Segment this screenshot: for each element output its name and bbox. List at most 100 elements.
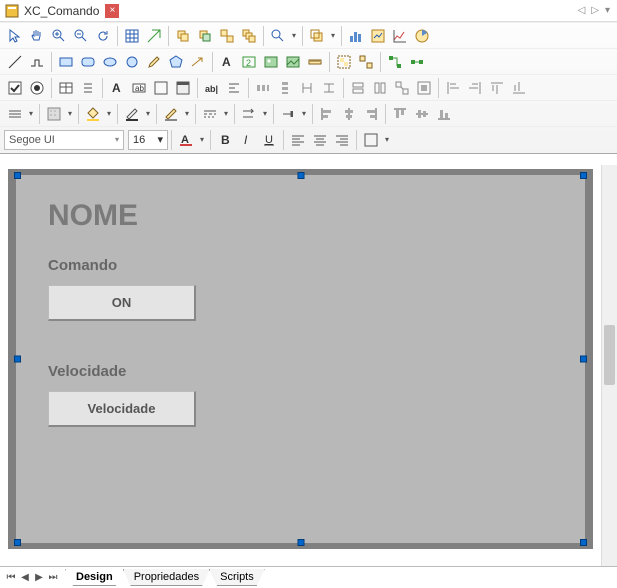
- refresh-button[interactable]: [92, 25, 114, 47]
- space-v-button[interactable]: [318, 77, 340, 99]
- zoom-tool-dropdown[interactable]: ▾: [289, 31, 299, 40]
- align-middle-obj-button[interactable]: [411, 103, 433, 125]
- zoom-in-button[interactable]: [48, 25, 70, 47]
- label-tool[interactable]: A: [106, 77, 128, 99]
- group-button[interactable]: [333, 51, 355, 73]
- align-button-4[interactable]: [508, 77, 530, 99]
- copy-button[interactable]: [172, 25, 194, 47]
- line-style-dropdown[interactable]: ▾: [26, 109, 36, 118]
- align-left-obj-button[interactable]: [316, 103, 338, 125]
- tab-first-button[interactable]: ⏮: [4, 572, 18, 583]
- align-center-text-button[interactable]: [309, 129, 331, 151]
- borders-button[interactable]: [360, 129, 382, 151]
- pointer-tool[interactable]: [4, 25, 26, 47]
- arrow-style-dropdown[interactable]: ▾: [260, 109, 270, 118]
- align-button-2[interactable]: [464, 77, 486, 99]
- list-tool[interactable]: [77, 77, 99, 99]
- snap-toggle-button[interactable]: [143, 25, 165, 47]
- fill-color-dropdown[interactable]: ▾: [104, 109, 114, 118]
- tab-prev-button[interactable]: ◀: [18, 572, 32, 583]
- text-tool[interactable]: A: [216, 51, 238, 73]
- tab-scripts[interactable]: Scripts: [209, 569, 265, 586]
- radio-tool[interactable]: [26, 77, 48, 99]
- chart-pie-button[interactable]: [411, 25, 433, 47]
- tab-last-button[interactable]: ⏭: [46, 572, 60, 583]
- dash-style-button[interactable]: [199, 103, 221, 125]
- distribute-h-button[interactable]: [252, 77, 274, 99]
- tab-propriedades[interactable]: Propriedades: [123, 569, 210, 586]
- tab-menu-button[interactable]: ▾: [605, 5, 610, 16]
- align-text-tool[interactable]: [223, 77, 245, 99]
- ellipse-tool[interactable]: [99, 51, 121, 73]
- borders-dropdown[interactable]: ▾: [382, 135, 392, 144]
- pattern-button[interactable]: [43, 103, 65, 125]
- connector-tool[interactable]: [384, 51, 406, 73]
- design-canvas-viewport[interactable]: NOME Comando ON Velocidade Velocidade: [0, 165, 601, 566]
- velocidade-label[interactable]: Velocidade: [48, 363, 126, 380]
- prev-tab-button[interactable]: ◁: [578, 5, 586, 16]
- ungroup-button[interactable]: [355, 51, 377, 73]
- order-dropdown[interactable]: ▾: [328, 31, 338, 40]
- grid-toggle-button[interactable]: [121, 25, 143, 47]
- tab-design[interactable]: Design: [65, 569, 124, 586]
- space-h-button[interactable]: [296, 77, 318, 99]
- pan-tool[interactable]: [26, 25, 48, 47]
- align-button-3[interactable]: [486, 77, 508, 99]
- back-color-button[interactable]: [160, 103, 182, 125]
- selection-handle[interactable]: [580, 356, 587, 363]
- next-tab-button[interactable]: ▷: [591, 5, 599, 16]
- align-button-1[interactable]: [442, 77, 464, 99]
- number-tool[interactable]: 2: [238, 51, 260, 73]
- design-canvas[interactable]: NOME Comando ON Velocidade Velocidade: [8, 169, 593, 549]
- end-cap-dropdown[interactable]: ▾: [299, 109, 309, 118]
- line-color-dropdown[interactable]: ▾: [143, 109, 153, 118]
- end-cap-button[interactable]: [277, 103, 299, 125]
- rounded-rect-tool[interactable]: [77, 51, 99, 73]
- title-label[interactable]: NOME: [48, 199, 138, 233]
- align-top-obj-button[interactable]: [389, 103, 411, 125]
- zoom-out-button[interactable]: [70, 25, 92, 47]
- pencil-tool[interactable]: [143, 51, 165, 73]
- frame-tool[interactable]: [150, 77, 172, 99]
- table-tool[interactable]: [55, 77, 77, 99]
- selection-handle[interactable]: [14, 356, 21, 363]
- same-size-button[interactable]: [391, 77, 413, 99]
- same-width-button[interactable]: [347, 77, 369, 99]
- align-center-obj-button[interactable]: [338, 103, 360, 125]
- on-button[interactable]: ON: [48, 285, 196, 321]
- cascade-button[interactable]: [238, 25, 260, 47]
- velocidade-button[interactable]: Velocidade: [48, 391, 196, 427]
- chart-blue-button[interactable]: [345, 25, 367, 47]
- polygon-tool[interactable]: [165, 51, 187, 73]
- panel-tool[interactable]: [172, 77, 194, 99]
- chart-line-button[interactable]: [389, 25, 411, 47]
- image-tool[interactable]: [260, 51, 282, 73]
- font-size-combo[interactable]: 16 ▾: [128, 130, 168, 150]
- align-right-text-button[interactable]: [331, 129, 353, 151]
- checkbox-tool[interactable]: [4, 77, 26, 99]
- font-name-combo[interactable]: Segoe UI ▾: [4, 130, 124, 150]
- line-tool[interactable]: [4, 51, 26, 73]
- selection-handle[interactable]: [297, 539, 304, 546]
- circle-tool[interactable]: [121, 51, 143, 73]
- line-style-button[interactable]: [4, 103, 26, 125]
- vertical-scrollbar[interactable]: [601, 165, 617, 566]
- comando-label[interactable]: Comando: [48, 257, 117, 274]
- align-left-text-button[interactable]: [287, 129, 309, 151]
- arrow-tool[interactable]: [187, 51, 209, 73]
- font-color-dropdown[interactable]: ▾: [197, 135, 207, 144]
- selection-handle[interactable]: [14, 172, 21, 179]
- polyline-tool[interactable]: [26, 51, 48, 73]
- textbox-tool[interactable]: ab: [128, 77, 150, 99]
- fill-color-button[interactable]: [82, 103, 104, 125]
- bring-front-button[interactable]: [306, 25, 328, 47]
- same-height-button[interactable]: [369, 77, 391, 99]
- duplicate-button[interactable]: [216, 25, 238, 47]
- link-tool[interactable]: [406, 51, 428, 73]
- italic-button[interactable]: I: [236, 129, 258, 151]
- line-color-button[interactable]: [121, 103, 143, 125]
- scrollbar-thumb[interactable]: [604, 325, 615, 385]
- close-tab-button[interactable]: ×: [105, 4, 119, 18]
- ruler-tool[interactable]: [304, 51, 326, 73]
- zoom-tool[interactable]: [267, 25, 289, 47]
